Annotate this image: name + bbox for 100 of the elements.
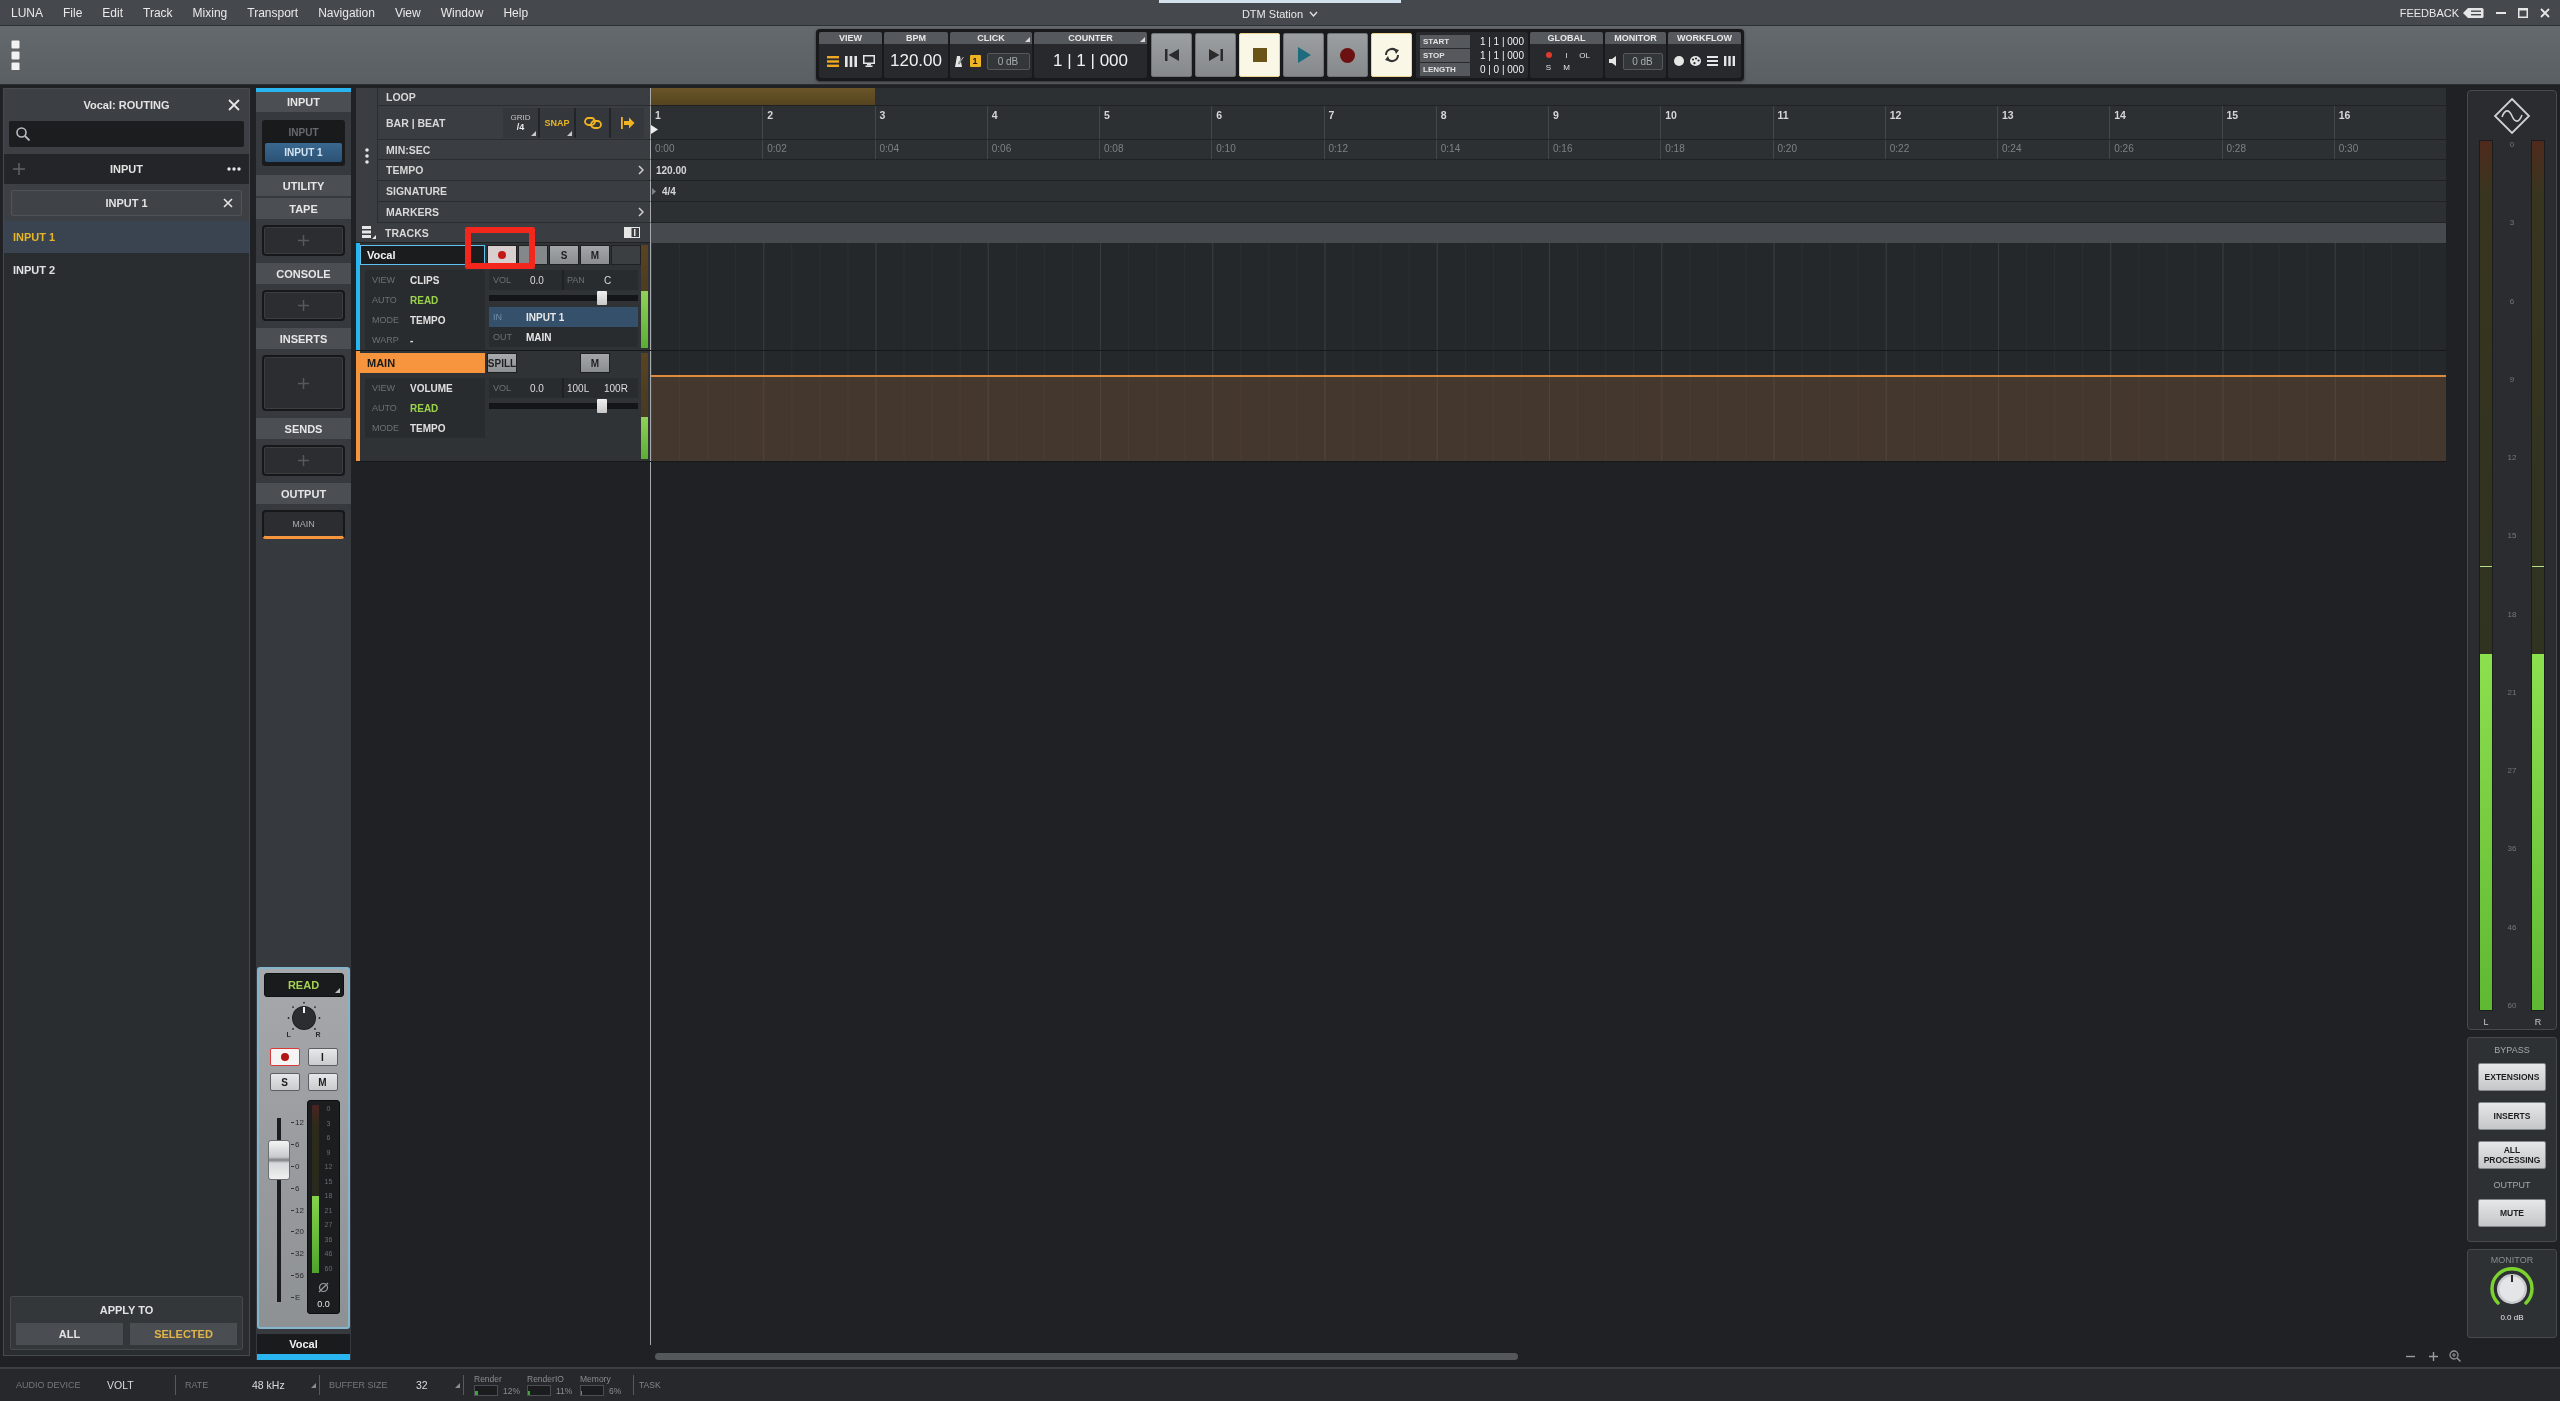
range-value[interactable]: 1 | 1 | 000 xyxy=(1474,34,1524,48)
channel-button[interactable]: S xyxy=(549,245,579,265)
menu-item[interactable]: Mixing xyxy=(182,2,238,24)
menu-item[interactable]: Window xyxy=(430,2,494,24)
mix-value[interactable]: 100L xyxy=(563,382,600,394)
close-icon[interactable] xyxy=(228,99,240,111)
global-toggle[interactable]: M xyxy=(1563,62,1570,72)
menu-item[interactable]: Navigation xyxy=(308,2,385,24)
list-icon[interactable] xyxy=(1707,56,1718,66)
menu-item[interactable]: Help xyxy=(493,2,539,24)
status-value[interactable]: 32 xyxy=(416,1379,455,1391)
go-to-end-button[interactable] xyxy=(1195,33,1236,77)
link-button[interactable] xyxy=(576,107,609,138)
range-value[interactable]: 1 | 1 | 000 xyxy=(1474,48,1524,62)
feedback-button[interactable]: FEEDBACK xyxy=(2399,7,2484,19)
mute-button[interactable]: MUTE xyxy=(2478,1199,2546,1227)
zoom-icon[interactable] xyxy=(2449,1350,2461,1362)
stop-button[interactable] xyxy=(1239,33,1280,77)
slider-thumb[interactable] xyxy=(597,399,608,413)
volume-slider[interactable] xyxy=(489,291,638,305)
clip-lane[interactable] xyxy=(650,243,2446,350)
routing-selector[interactable]: IN INPUT 1 xyxy=(489,307,638,327)
input-list-item[interactable]: INPUT 2 xyxy=(4,254,249,286)
bypass-button[interactable]: EXTENSIONS xyxy=(2478,1063,2546,1091)
monitor-icon[interactable] xyxy=(862,55,875,67)
follow-button[interactable] xyxy=(611,107,644,138)
chevron-right-icon[interactable] xyxy=(638,207,644,217)
global-toggle[interactable]: I xyxy=(1565,50,1568,60)
volume-automation-area[interactable] xyxy=(651,375,2446,461)
selected-input-tag[interactable]: INPUT 1 xyxy=(11,190,242,216)
property-value[interactable]: CLIPS xyxy=(410,274,485,286)
speaker-icon[interactable] xyxy=(1608,56,1617,66)
output-slot[interactable]: MAIN xyxy=(262,510,345,539)
menu-item[interactable]: View xyxy=(384,2,431,24)
track-name-field[interactable]: Vocal xyxy=(360,245,485,265)
mix-value[interactable]: 0.0 xyxy=(526,382,563,394)
bpm-lane-value[interactable]: 120.00 xyxy=(651,164,687,176)
menu-item[interactable]: Transport xyxy=(237,2,309,24)
mix-value[interactable]: 0.0 xyxy=(526,274,563,286)
palette-icon[interactable] xyxy=(1690,56,1701,66)
close-icon[interactable] xyxy=(223,198,233,208)
list-icon[interactable] xyxy=(826,55,839,67)
section-header[interactable]: UTILITY xyxy=(256,175,351,196)
status-value[interactable]: 48 kHz xyxy=(252,1379,311,1391)
property-value[interactable]: READ xyxy=(410,402,485,414)
clip-lane[interactable] xyxy=(650,351,2446,461)
snap-button[interactable]: SNAP xyxy=(540,107,574,138)
fader-cap[interactable] xyxy=(268,1139,290,1180)
stacked-squares-icon[interactable] xyxy=(11,40,20,70)
menu-item[interactable]: File xyxy=(53,2,93,24)
mix-value[interactable]: C xyxy=(600,274,638,286)
close-icon[interactable] xyxy=(2540,8,2550,18)
property-value[interactable]: TEMPO xyxy=(410,314,485,326)
kebab-menu-icon[interactable] xyxy=(364,147,369,164)
property-value[interactable]: VOLUME xyxy=(410,382,485,394)
record-arm-button[interactable] xyxy=(487,245,517,265)
plus-icon[interactable] xyxy=(13,163,25,175)
channel-name[interactable]: Vocal xyxy=(257,1334,350,1360)
section-header[interactable]: OUTPUT xyxy=(256,483,351,504)
menu-item[interactable]: Edit xyxy=(92,2,134,24)
section-header[interactable]: INSERTS xyxy=(256,328,351,349)
menu-item[interactable]: Track xyxy=(133,2,183,24)
track-name-field[interactable]: MAIN xyxy=(360,353,485,373)
channel-button[interactable]: S xyxy=(269,1073,300,1091)
app-menu[interactable]: LUNA xyxy=(1,2,53,24)
property-value[interactable]: TEMPO xyxy=(410,422,485,434)
automation-mode-dropdown[interactable]: READ xyxy=(263,973,344,997)
meter-fraction-value[interactable]: 4/4 xyxy=(657,185,676,197)
grid-button[interactable]: GRID /4 xyxy=(503,107,538,138)
pan-knob[interactable] xyxy=(286,1002,321,1032)
search-field[interactable] xyxy=(9,121,244,147)
input-list-item[interactable]: INPUT 1 xyxy=(4,221,249,253)
channel-button[interactable]: I xyxy=(307,1048,338,1066)
columns-icon[interactable] xyxy=(844,55,857,67)
horizontal-scrollbar[interactable] xyxy=(655,1352,1518,1360)
range-value[interactable]: 0 | 0 | 000 xyxy=(1474,62,1524,76)
apply-option-button[interactable]: SELECTED xyxy=(130,1323,237,1345)
go-to-start-button[interactable] xyxy=(1151,33,1192,77)
spill-toggle[interactable]: SPILL xyxy=(487,353,517,373)
bpm-value[interactable]: 120.00 xyxy=(890,51,942,71)
record-arm-button[interactable] xyxy=(269,1048,300,1066)
record-button[interactable] xyxy=(1327,33,1368,77)
click-level-field[interactable]: 0 dB xyxy=(986,52,1030,70)
section-header[interactable]: INPUT xyxy=(256,88,351,112)
section-header[interactable]: CONSOLE xyxy=(256,263,351,284)
more-dots-icon[interactable] xyxy=(227,167,241,171)
mix-value[interactable]: 100R xyxy=(600,382,638,394)
panel-layout-icon[interactable] xyxy=(624,227,640,238)
output-level-field[interactable]: 0 dB xyxy=(1622,52,1663,70)
input-option[interactable]: INPUT 1 xyxy=(265,143,342,162)
global-toggle[interactable]: S xyxy=(1545,62,1552,72)
channel-button[interactable]: M xyxy=(580,245,610,265)
property-value[interactable]: READ xyxy=(410,294,485,306)
maximize-icon[interactable] xyxy=(2518,8,2528,18)
routing-selector[interactable]: OUT MAIN xyxy=(489,327,638,347)
section-header[interactable]: SENDS xyxy=(256,418,351,439)
loop-button[interactable] xyxy=(1371,33,1412,77)
metronome-icon[interactable] xyxy=(952,55,964,67)
zoom-in-icon[interactable] xyxy=(2429,1351,2438,1361)
bypass-button[interactable]: INSERTS xyxy=(2478,1102,2546,1130)
